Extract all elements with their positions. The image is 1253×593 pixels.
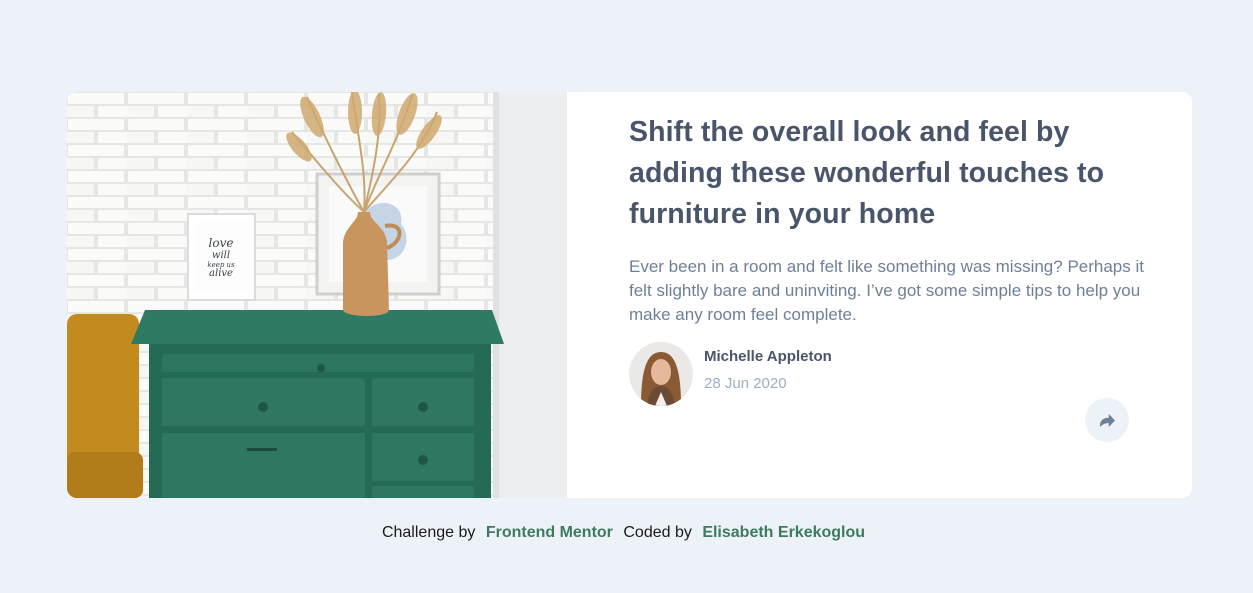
article-title: Shift the overall look and feel by addin… [629, 116, 1105, 230]
article-photo: love will keep us alive [67, 92, 567, 498]
frontend-mentor-link[interactable]: Frontend Mentor [486, 524, 613, 541]
author-link[interactable]: Elisabeth Erkekoglou [702, 524, 865, 541]
sign-text: love [209, 236, 234, 250]
share-button[interactable] [1085, 398, 1129, 442]
article-card: love will keep us alive Shift the overal… [67, 92, 1192, 498]
article-description: Ever been in a room and felt like someth… [629, 257, 1144, 324]
share-icon [1099, 413, 1115, 427]
author-avatar [629, 342, 693, 406]
author-name: Michelle Appleton [704, 348, 832, 365]
coded-prefix: Coded by [623, 524, 692, 541]
article-content: Shift the overall look and feel by addin… [567, 92, 1192, 498]
challenge-prefix: Challenge by [381, 524, 476, 541]
sign-text: will [212, 250, 230, 261]
publish-date: 28 Jun 2020 [704, 375, 787, 392]
sign-text: alive [209, 268, 233, 279]
attribution: Challenge by Frontend Mentor Coded by El… [0, 524, 1253, 542]
